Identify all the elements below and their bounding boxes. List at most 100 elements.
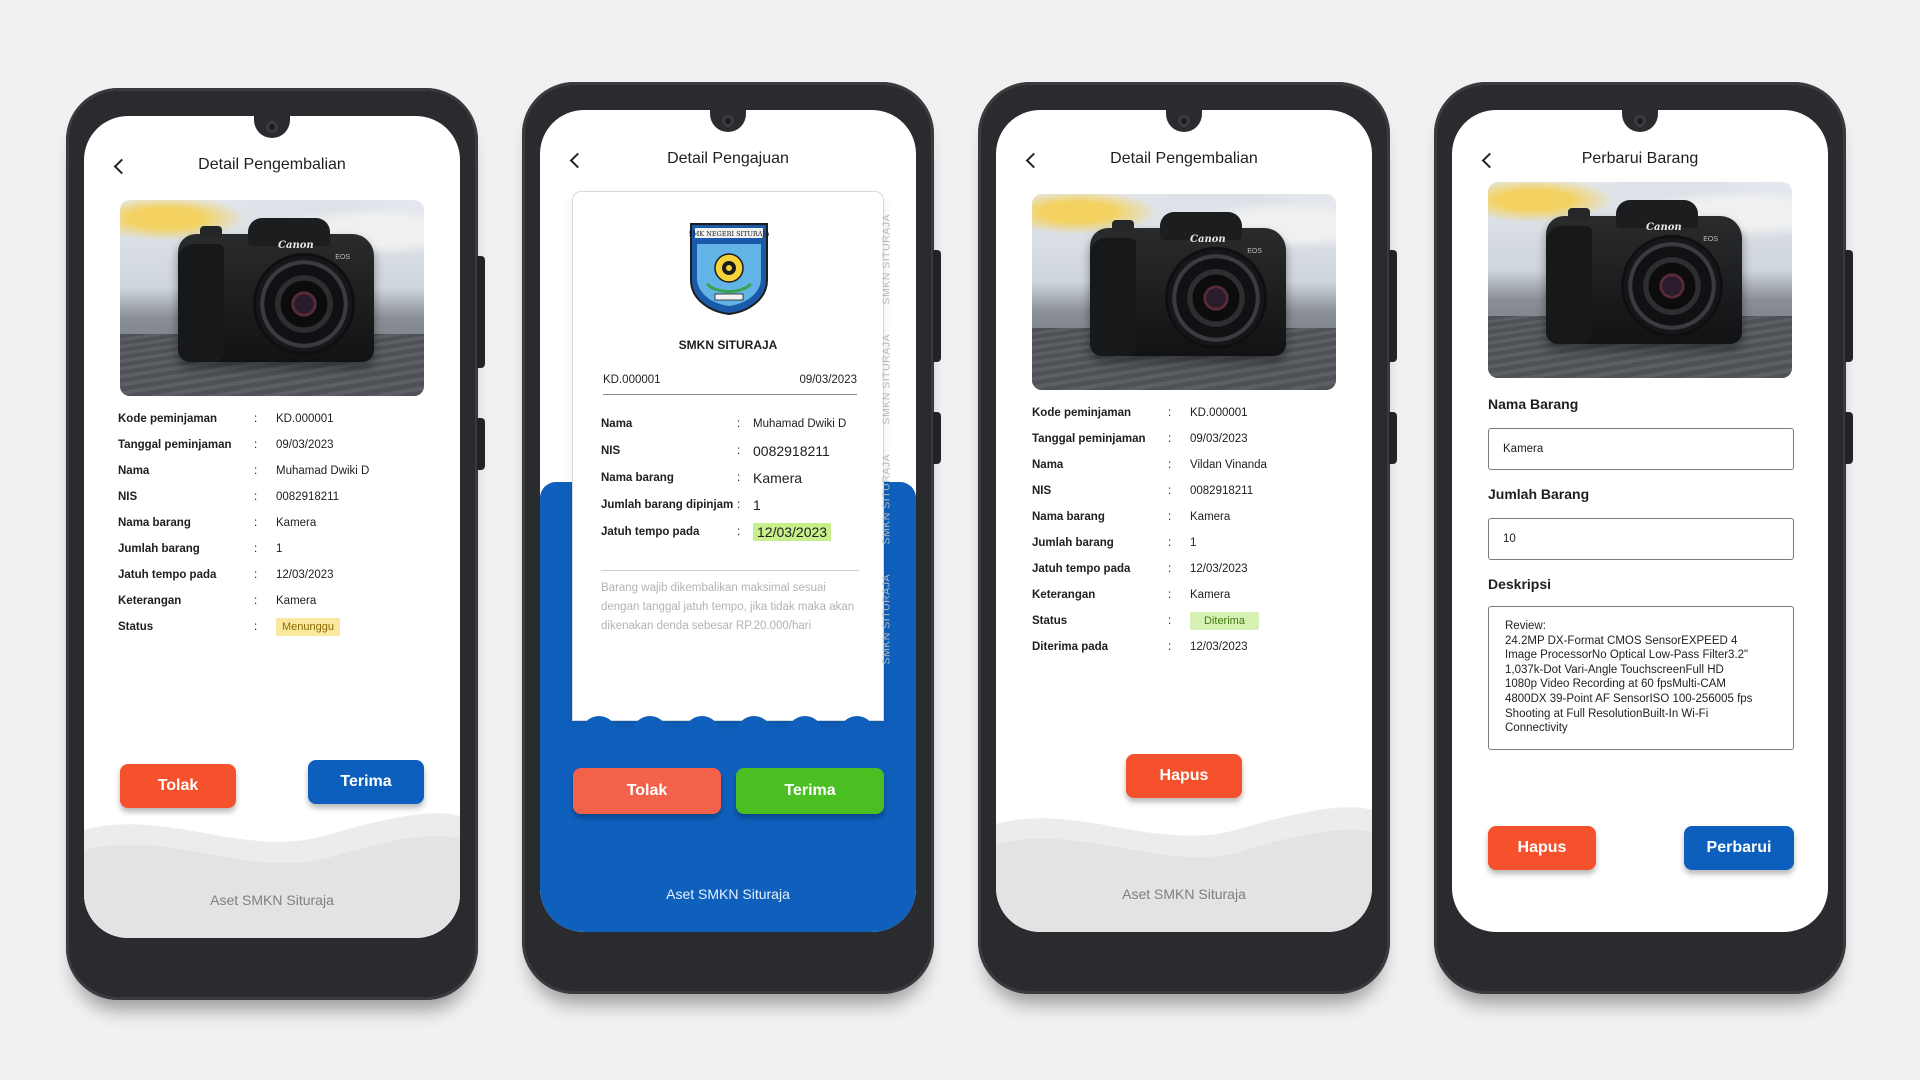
detail-label: Nama xyxy=(601,417,633,430)
detail-list: Kode peminjaman: KD.000001 Tanggal peminj… xyxy=(1032,400,1267,660)
app-bar: Detail Pengembalian xyxy=(996,140,1372,180)
delete-button[interactable]: Hapus xyxy=(1488,826,1596,870)
page-title: Detail Pengajuan xyxy=(667,150,789,167)
detail-value: Muhamad Dwiki D xyxy=(753,417,847,430)
detail-row: Jumlah barang:1 xyxy=(1032,537,1197,549)
screen: Perbarui Barang Canon EOS Nama Barang Ka… xyxy=(1452,110,1828,932)
school-logo-text: SMK NEGERI SITURAJA xyxy=(689,230,769,238)
footer-text: Aset SMKN Situraja xyxy=(666,886,790,902)
detail-row: Nama: Muhamad Dwiki D xyxy=(601,417,847,430)
power-button xyxy=(1389,250,1397,362)
camera-notch xyxy=(1166,110,1202,132)
screen: Detail Pengembalian Canon EOS Kode pemin… xyxy=(996,110,1372,932)
detail-label: Jumlah barang xyxy=(1032,537,1114,549)
school-name: SMKN SITURAJA xyxy=(678,338,778,352)
phone-detail-pengajuan: Detail Pengajuan SMK NEGERI SITURAJA SMK… xyxy=(522,82,941,994)
detail-label: Status xyxy=(1032,615,1068,627)
description-label: Deskripsi xyxy=(1488,576,1552,592)
page-title: Perbarui Barang xyxy=(1581,150,1699,167)
power-button xyxy=(477,256,485,368)
detail-row: Keterangan: Kamera xyxy=(1032,589,1231,601)
detail-value: 0082918211 xyxy=(276,491,340,503)
volume-button xyxy=(1845,412,1853,464)
ticket-note: Barang wajib dikembalikan maksimal sesua… xyxy=(601,570,859,636)
detail-row: Nama barang: Kamera xyxy=(118,517,317,529)
detail-row: Nama barang: Kamera xyxy=(1032,511,1231,523)
detail-label: Kode peminjaman xyxy=(1032,407,1132,419)
loan-date: 09/03/2023 xyxy=(799,374,857,386)
camera-model: EOS xyxy=(335,254,350,261)
status-badge: Menunggu xyxy=(276,618,340,636)
detail-label: NIS xyxy=(601,444,621,457)
reject-button[interactable]: Tolak xyxy=(573,768,721,814)
ticket-header: KD.000001 09/03/2023 xyxy=(603,374,857,395)
detail-row: Keterangan: Kamera xyxy=(118,595,317,607)
detail-label: Nama barang xyxy=(1032,511,1105,523)
detail-value: Vildan Vinanda xyxy=(1190,459,1267,471)
due-date-highlight: 12/03/2023 xyxy=(753,522,832,541)
detail-row: Status: Diterima xyxy=(1032,608,1267,634)
detail-value: 12/03/2023 xyxy=(1190,563,1248,575)
detail-value: KD.000001 xyxy=(276,413,334,425)
name-label: Nama Barang xyxy=(1488,396,1579,412)
camera-brand: Canon xyxy=(278,240,314,251)
camera-notch xyxy=(710,110,746,132)
detail-row: NIS:0082918211 xyxy=(601,442,830,459)
quantity-field[interactable]: 10 xyxy=(1488,518,1794,560)
detail-row: Jumlah barang:1 xyxy=(118,543,283,555)
description-field[interactable]: Review: 24.2MP DX-Format CMOS SensorEXPE… xyxy=(1488,606,1794,750)
ticket-edge xyxy=(573,716,883,752)
watermark-text: SMKN SITURAJA xyxy=(881,214,893,305)
detail-list: Kode peminjaman: KD.000001 Tanggal peminj… xyxy=(118,406,369,640)
camera-model: EOS xyxy=(1247,248,1262,255)
detail-value: 09/03/2023 xyxy=(276,439,334,451)
detail-value: Kamera xyxy=(276,517,317,529)
detail-label: NIS xyxy=(118,491,138,503)
detail-value: Kamera xyxy=(753,469,803,486)
detail-row: Jumlah barang dipinjam:1 xyxy=(601,496,761,513)
volume-button xyxy=(933,412,941,464)
phone-detail-pengembalian-2: Detail Pengembalian Canon EOS Kode pemin… xyxy=(978,82,1397,994)
detail-row: Nama: Muhamad Dwiki D xyxy=(118,465,370,477)
detail-row: Tanggal peminjaman:09/03/2023 xyxy=(1032,433,1248,445)
quantity-label: Jumlah Barang xyxy=(1488,486,1590,502)
camera-notch xyxy=(254,116,290,138)
phone-detail-pengembalian-1: Detail Pengembalian Canon EOS Kode pemin… xyxy=(66,88,485,1000)
footer-text: Aset SMKN Situraja xyxy=(210,892,334,908)
power-button xyxy=(1845,250,1853,362)
volume-button xyxy=(1389,412,1397,464)
detail-value: 0082918211 xyxy=(753,442,830,459)
app-bar: Perbarui Barang xyxy=(1452,140,1828,180)
volume-button xyxy=(477,418,485,470)
detail-value: 1 xyxy=(1190,537,1197,549)
detail-list: Nama: Muhamad Dwiki D NIS:0082918211 Nama… xyxy=(601,410,846,545)
camera-brand: Canon xyxy=(1646,222,1682,233)
camera-photo[interactable]: Canon EOS xyxy=(1488,182,1792,378)
detail-value: Kamera xyxy=(1190,589,1231,601)
detail-value: 09/03/2023 xyxy=(1190,433,1248,445)
detail-row: Tanggal peminjaman:09/03/2023 xyxy=(118,439,334,451)
detail-label: Nama xyxy=(118,465,150,477)
detail-label: Diterima pada xyxy=(1032,641,1109,653)
status-badge: Diterima xyxy=(1190,612,1259,630)
detail-label: Jatuh tempo pada xyxy=(118,569,217,581)
detail-row: Diterima pada:12/03/2023 xyxy=(1032,641,1248,653)
footer-text: Aset SMKN Situraja xyxy=(1122,886,1246,902)
detail-label: Jumlah barang dipinjam xyxy=(601,498,734,511)
loan-ticket: SMK NEGERI SITURAJA SMKN SITURAJA KD.000… xyxy=(573,192,893,752)
detail-row: Nama barang: Kamera xyxy=(601,469,803,486)
update-button[interactable]: Perbarui xyxy=(1684,826,1794,870)
camera-notch xyxy=(1622,110,1658,132)
detail-value: KD.000001 xyxy=(1190,407,1248,419)
watermark-text: SMKN SITURAJA xyxy=(881,574,893,665)
page-title: Detail Pengembalian xyxy=(198,156,346,173)
watermark-text: SMKN SITURAJA xyxy=(881,454,893,545)
detail-label: Nama barang xyxy=(118,517,191,529)
detail-row: NIS:0082918211 xyxy=(1032,485,1254,497)
name-field[interactable]: Kamera xyxy=(1488,428,1794,470)
camera-brand: Canon xyxy=(1190,234,1226,245)
detail-value: 12/03/2023 xyxy=(1190,641,1248,653)
detail-label: Jatuh tempo pada xyxy=(601,525,700,538)
detail-label: Keterangan xyxy=(118,595,182,607)
accept-button[interactable]: Terima xyxy=(736,768,884,814)
